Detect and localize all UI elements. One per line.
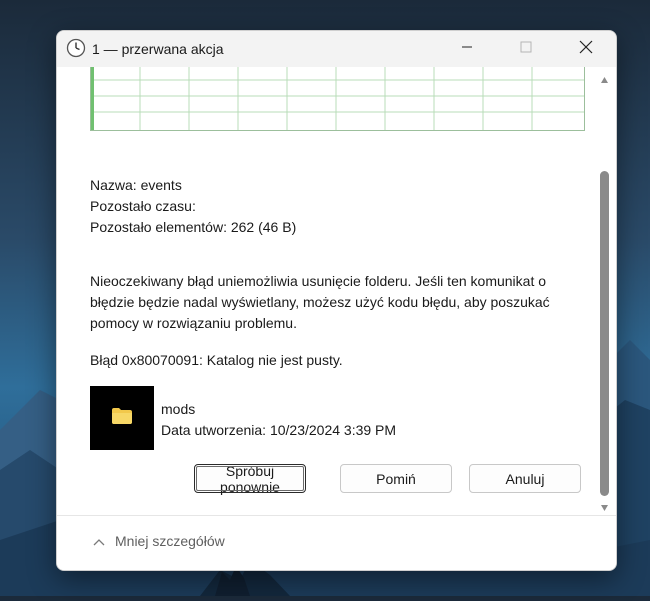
dialog-footer: Mniej szczegółów: [57, 515, 616, 570]
item-thumbnail: [90, 386, 154, 450]
vertical-scrollbar[interactable]: [597, 67, 615, 515]
window-title: 1 — przerwana akcja: [92, 41, 224, 57]
name-row: Nazwa: events: [90, 177, 182, 193]
item-name: mods: [161, 401, 196, 417]
items-left-value: 262 (46 B): [230, 219, 297, 235]
error-code: Błąd 0x80070091: Katalog nie jest pusty.: [90, 352, 343, 368]
time-left-label: Pozostało czasu:: [90, 198, 196, 214]
file-operation-dialog: 1 — przerwana akcja Nazwa: events Pozost…: [56, 30, 617, 571]
speed-graph: [90, 67, 585, 131]
skip-button[interactable]: Pomiń: [340, 464, 452, 493]
less-details-label: Mniej szczegółów: [115, 533, 225, 549]
title-bar[interactable]: 1 — przerwana akcja: [57, 31, 616, 67]
time-left-row: Pozostało czasu:: [90, 198, 196, 214]
chevron-up-icon: [93, 533, 105, 549]
scroll-thumb[interactable]: [600, 171, 609, 496]
clock-icon: [66, 38, 86, 58]
maximize-button: [498, 31, 554, 67]
maximize-icon: [520, 40, 532, 58]
scroll-up-icon[interactable]: [600, 71, 609, 89]
dialog-content: Nazwa: events Pozostało czasu: Pozostało…: [57, 67, 597, 515]
less-details-toggle[interactable]: Mniej szczegółów: [93, 533, 225, 549]
retry-button[interactable]: Spróbuj ponownie: [194, 463, 306, 495]
items-left-row: Pozostało elementów: 262 (46 B): [90, 219, 296, 235]
close-button[interactable]: [558, 31, 614, 67]
name-value: events: [140, 177, 182, 193]
error-message: Nieoczekiwany błąd uniemożliwia usunięci…: [90, 273, 550, 331]
items-left-label: Pozostało elementów:: [90, 219, 227, 235]
folder-icon: [111, 407, 133, 430]
item-created: Data utworzenia: 10/23/2024 3:39 PM: [161, 422, 397, 438]
minimize-button[interactable]: [439, 31, 495, 67]
close-icon: [579, 40, 593, 59]
minimize-icon: [461, 40, 473, 58]
name-label: Nazwa:: [90, 177, 137, 193]
cancel-button[interactable]: Anuluj: [469, 464, 581, 493]
